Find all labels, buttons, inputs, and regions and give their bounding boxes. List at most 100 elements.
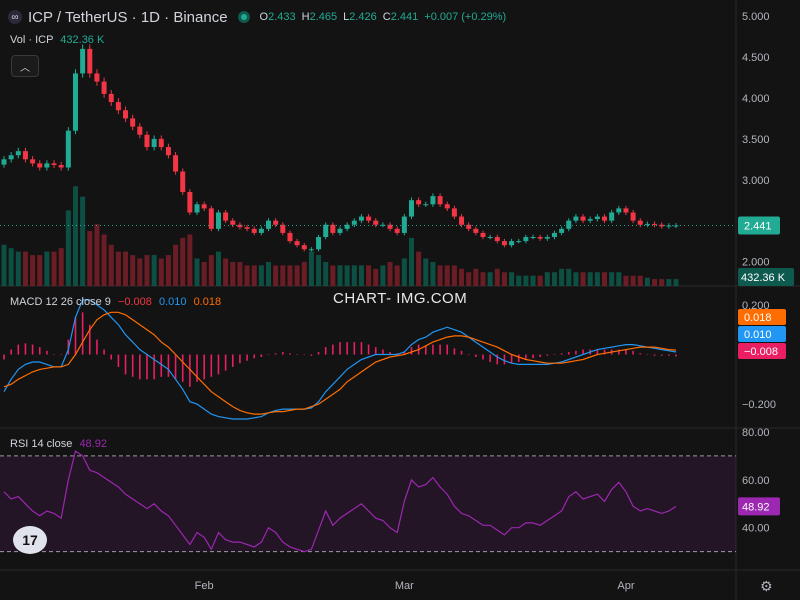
macd-histogram-bar — [181, 354, 184, 382]
macd-histogram-bar — [117, 354, 120, 367]
candle-body — [616, 208, 622, 213]
candle-body — [480, 232, 486, 238]
candle-body — [108, 93, 114, 103]
candle-body — [137, 126, 143, 135]
candle-body — [587, 219, 593, 221]
candle-body — [509, 241, 515, 246]
candle-body — [451, 208, 457, 217]
candle-body — [659, 224, 665, 227]
volume-bar — [273, 265, 279, 286]
macd-histogram-bar — [324, 347, 327, 355]
macd-hist-value: −0.008 — [117, 296, 152, 308]
macd-histogram-bar — [489, 354, 491, 362]
collapse-legend-button[interactable]: ︿ — [11, 55, 39, 77]
volume-legend: Vol · ICP 432.36 K — [10, 34, 105, 46]
candle-body — [537, 237, 543, 239]
candle-body — [58, 165, 64, 168]
candle-body — [187, 192, 193, 213]
candle-body — [523, 237, 529, 242]
ohlc-close: C2.441 — [382, 11, 419, 23]
candle-body — [101, 81, 107, 94]
macd-histogram-bar — [453, 348, 456, 355]
candle-body — [130, 118, 136, 127]
volume-bar — [280, 265, 286, 286]
volume-bar — [623, 275, 629, 286]
macd-histogram-bar — [46, 350, 48, 355]
volume-bar — [459, 268, 465, 286]
volume-bar — [652, 279, 658, 286]
volume-bar — [187, 234, 193, 286]
volume-bar — [587, 272, 593, 286]
volume-bar — [51, 251, 57, 286]
macd-histogram-bar — [103, 349, 105, 355]
candle-body — [22, 151, 28, 160]
macd-histogram-bar — [10, 349, 12, 355]
macd-histogram-bar — [567, 352, 570, 355]
candle-body — [394, 228, 400, 233]
candle-body — [323, 224, 329, 238]
volume-bar — [523, 275, 529, 286]
candle-body — [30, 159, 36, 164]
volume-bar — [344, 265, 350, 286]
volume-bar — [501, 272, 507, 286]
volume-bar — [208, 255, 214, 286]
macd-histogram-bar — [310, 354, 313, 356]
volume-bar — [394, 265, 400, 286]
macd-histogram-bar — [224, 354, 227, 371]
candle-body — [566, 220, 572, 229]
macd-histogram-bar — [53, 354, 55, 356]
candle-body — [444, 204, 450, 209]
candle-body — [551, 232, 557, 238]
volume-bar — [123, 251, 129, 286]
macd-value-label: −0.008 — [744, 346, 778, 358]
volume-bar — [609, 272, 615, 286]
macd-histogram-bar — [367, 344, 370, 355]
volume-bar — [130, 255, 136, 286]
price-tick-label: 3.500 — [742, 134, 770, 146]
macd-histogram-bar — [160, 354, 163, 377]
rsi-tick-label: 80.00 — [742, 427, 770, 439]
volume-bar — [466, 272, 472, 286]
candle-body — [15, 151, 21, 156]
volume-bar — [387, 261, 393, 286]
macd-signal-value: 0.018 — [193, 296, 222, 308]
candle-body — [94, 73, 100, 82]
candle-body — [580, 216, 586, 221]
volume-bar — [30, 255, 36, 286]
volume-bar — [308, 251, 314, 286]
volume-bar — [437, 265, 443, 286]
volume-bar — [137, 258, 143, 286]
candle-body — [215, 212, 221, 229]
volume-bar — [1, 244, 7, 286]
volume-bar — [630, 275, 636, 286]
candle-body — [294, 241, 300, 246]
macd-histogram-bar — [153, 354, 155, 380]
candle-body — [258, 228, 264, 233]
candle-body — [201, 204, 207, 209]
macd-legend: MACD 12 26 close 9 −0.008 0.010 0.018 — [10, 296, 222, 308]
volume-bar — [423, 258, 429, 286]
volume-bar — [201, 261, 207, 286]
volume-bar — [509, 272, 515, 286]
infinity-icon: ∞ — [8, 10, 22, 24]
volume-bar — [80, 196, 86, 286]
macd-histogram-bar — [17, 344, 20, 355]
macd-histogram-bar — [353, 342, 356, 355]
candle-body — [44, 163, 50, 168]
volume-bar — [566, 268, 572, 286]
volume-bar — [180, 237, 186, 286]
macd-histogram-bar — [317, 352, 320, 355]
watermark: CHART- IMG.COM — [333, 290, 468, 307]
macd-histogram-bar — [253, 354, 256, 359]
volume-bar — [487, 272, 493, 286]
macd-histogram-bar — [532, 354, 534, 359]
price-tick-label: 5.000 — [742, 11, 770, 23]
volume-bar — [580, 272, 586, 286]
gear-icon[interactable]: ⚙ — [760, 578, 773, 595]
volume-bar — [251, 265, 257, 286]
volume-bar — [44, 251, 50, 286]
volume-bar — [537, 275, 543, 286]
candle-body — [416, 200, 422, 205]
macd-line — [3, 299, 677, 420]
volume-bar — [223, 258, 229, 286]
